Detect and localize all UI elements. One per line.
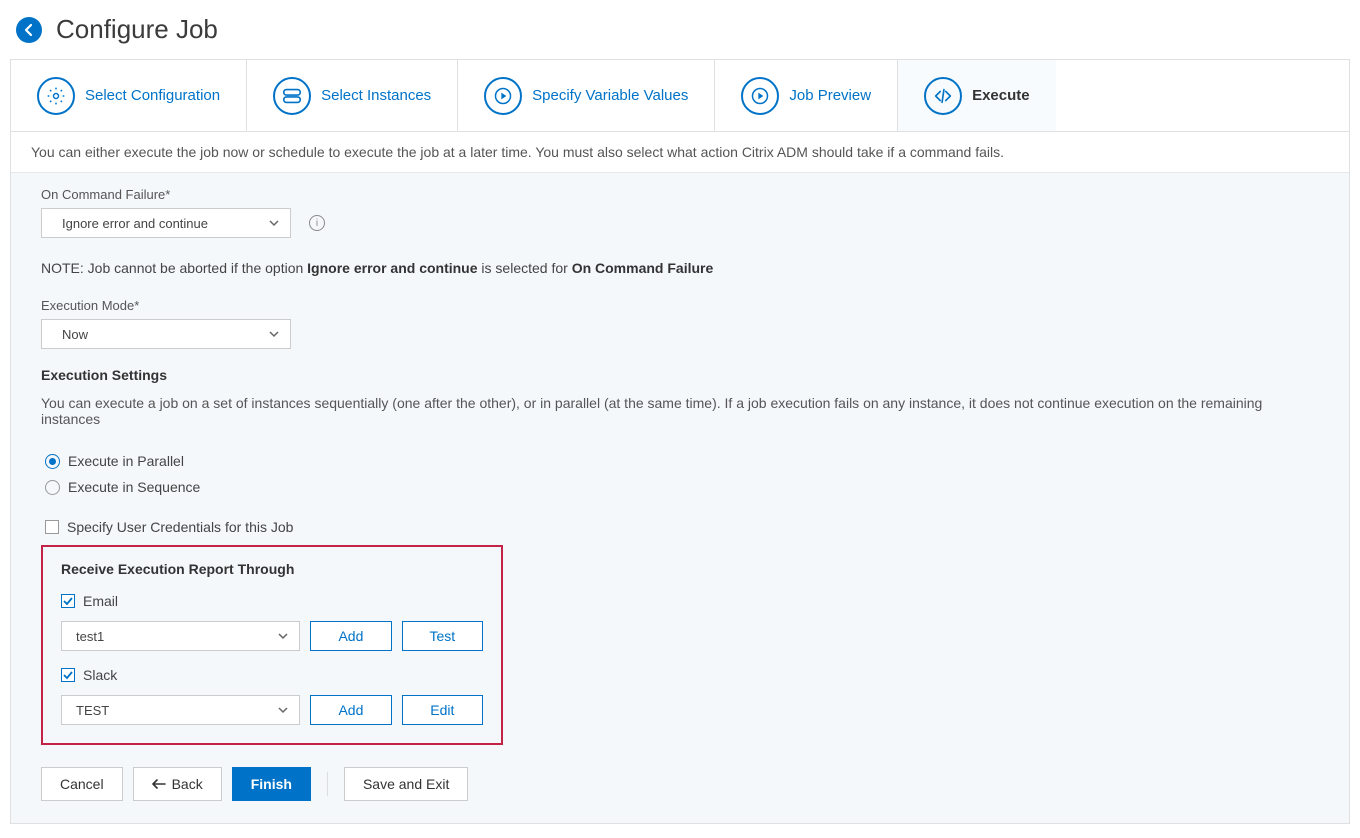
tab-job-preview[interactable]: Job Preview xyxy=(715,60,898,131)
arrow-left-icon xyxy=(152,779,166,789)
slack-profile-value: TEST xyxy=(76,703,109,718)
email-test-button[interactable]: Test xyxy=(402,621,483,651)
server-icon xyxy=(273,77,311,115)
page-title: Configure Job xyxy=(56,14,218,45)
wizard-tabs: Select Configuration Select Instances Sp… xyxy=(11,60,1349,132)
tab-label: Select Instances xyxy=(321,87,431,104)
chevron-down-icon xyxy=(277,630,289,642)
command-failure-label: On Command Failure* xyxy=(41,187,1319,202)
note-text: NOTE: Job cannot be aborted if the optio… xyxy=(41,260,1319,276)
radio-icon xyxy=(45,480,60,495)
chevron-down-icon xyxy=(268,217,280,229)
back-circle-button[interactable] xyxy=(16,17,42,43)
info-icon[interactable]: i xyxy=(309,215,325,231)
radio-label: Execute in Parallel xyxy=(68,453,184,469)
execution-settings-desc: You can execute a job on a set of instan… xyxy=(41,395,1319,427)
slack-add-button[interactable]: Add xyxy=(310,695,391,725)
checkbox-icon xyxy=(61,668,75,682)
checkbox-slack[interactable]: Slack xyxy=(61,667,483,683)
report-heading: Receive Execution Report Through xyxy=(61,561,483,577)
checkbox-label: Email xyxy=(83,593,118,609)
tab-label: Execute xyxy=(972,87,1030,104)
cancel-button[interactable]: Cancel xyxy=(41,767,123,801)
checkbox-icon xyxy=(61,594,75,608)
email-profile-select[interactable]: test1 xyxy=(61,621,300,651)
tab-select-configuration[interactable]: Select Configuration xyxy=(11,60,247,131)
radio-label: Execute in Sequence xyxy=(68,479,200,495)
email-add-button[interactable]: Add xyxy=(310,621,391,651)
checkbox-icon xyxy=(45,520,59,534)
radio-execute-sequence[interactable]: Execute in Sequence xyxy=(45,479,1319,495)
tab-label: Job Preview xyxy=(789,87,871,104)
slack-edit-button[interactable]: Edit xyxy=(402,695,483,725)
separator xyxy=(327,772,328,796)
checkbox-specify-credentials[interactable]: Specify User Credentials for this Job xyxy=(45,519,1319,535)
checkbox-label: Slack xyxy=(83,667,117,683)
report-highlight-box: Receive Execution Report Through Email t… xyxy=(41,545,503,745)
tab-label: Specify Variable Values xyxy=(532,87,688,104)
execution-settings-heading: Execution Settings xyxy=(41,367,1319,383)
code-icon xyxy=(924,77,962,115)
command-failure-select[interactable]: Ignore error and continue xyxy=(41,208,291,238)
arrow-left-icon xyxy=(21,22,37,38)
finish-button[interactable]: Finish xyxy=(232,767,311,801)
back-label: Back xyxy=(172,776,203,792)
play-circle-icon xyxy=(741,77,779,115)
execution-mode-select[interactable]: Now xyxy=(41,319,291,349)
info-text: You can either execute the job now or sc… xyxy=(11,132,1349,172)
execution-mode-value: Now xyxy=(62,327,88,342)
back-button[interactable]: Back xyxy=(133,767,222,801)
chevron-down-icon xyxy=(268,328,280,340)
save-exit-button[interactable]: Save and Exit xyxy=(344,767,468,801)
email-profile-value: test1 xyxy=(76,629,104,644)
radio-execute-parallel[interactable]: Execute in Parallel xyxy=(45,453,1319,469)
radio-icon xyxy=(45,454,60,469)
checkbox-email[interactable]: Email xyxy=(61,593,483,609)
tab-execute[interactable]: Execute xyxy=(898,60,1056,131)
tab-select-instances[interactable]: Select Instances xyxy=(247,60,458,131)
tab-specify-variable-values[interactable]: Specify Variable Values xyxy=(458,60,715,131)
checkbox-label: Specify User Credentials for this Job xyxy=(67,519,293,535)
chevron-down-icon xyxy=(277,704,289,716)
play-circle-icon xyxy=(484,77,522,115)
execution-mode-label: Execution Mode* xyxy=(41,298,1319,313)
command-failure-value: Ignore error and continue xyxy=(62,216,208,231)
slack-profile-select[interactable]: TEST xyxy=(61,695,300,725)
tab-label: Select Configuration xyxy=(85,87,220,104)
gear-icon xyxy=(37,77,75,115)
